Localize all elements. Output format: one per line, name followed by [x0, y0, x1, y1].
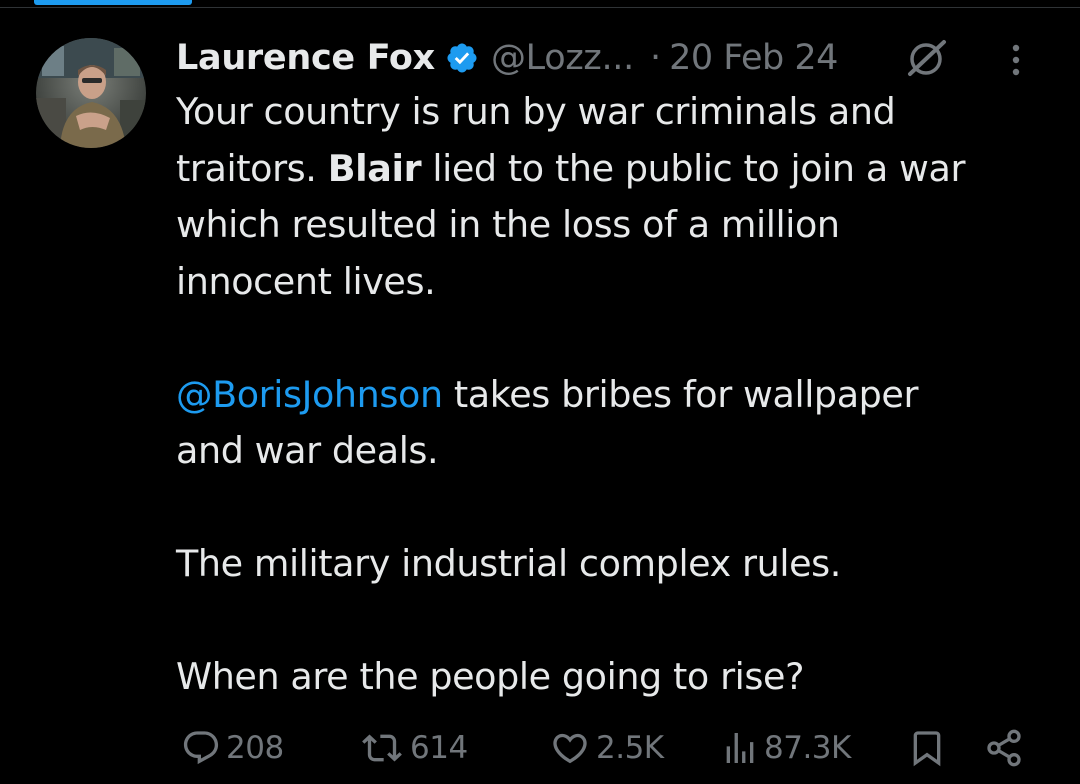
text-line: and war deals.	[176, 429, 439, 472]
text-line: takes bribes for wallpaper	[442, 372, 919, 416]
active-tab-indicator	[34, 0, 192, 5]
reply-button[interactable]: 208	[178, 724, 284, 772]
text-line: Your country is run by war criminals and	[176, 90, 896, 133]
tweet-paragraph: When are the people going to rise?	[176, 649, 1056, 706]
text-line: which resulted in the loss of a million	[176, 203, 840, 246]
bold-term: Blair	[327, 146, 422, 190]
avatar[interactable]	[36, 38, 146, 148]
text-line: lied to the public to join a war	[421, 146, 966, 190]
like-icon	[553, 733, 587, 764]
author-name[interactable]: Laurence Fox	[176, 38, 435, 78]
more-icon[interactable]	[1010, 42, 1022, 78]
reply-count: 208	[226, 730, 284, 766]
share-button[interactable]	[982, 724, 1026, 772]
text-line: When are the people going to rise?	[176, 655, 805, 698]
text-line: The military industrial complex rules.	[176, 542, 841, 585]
share-icon	[987, 729, 1021, 767]
like-button[interactable]: 2.5K	[546, 724, 664, 772]
tweet-paragraph: The military industrial complex rules.	[176, 536, 1056, 593]
text-line: traitors.	[176, 146, 328, 190]
tweet-paragraph: @BorisJohnson takes bribes for wallpaper…	[176, 367, 1056, 480]
action-bar: 208 614 2.5K 87.3K	[0, 724, 1080, 772]
views-button[interactable]: 87.3K	[718, 724, 851, 772]
bookmark-icon	[913, 731, 941, 767]
repost-icon	[362, 734, 402, 762]
tweet-header: Laurence Fox @Lozz... · 20 Feb 24	[176, 32, 1056, 84]
reply-icon	[183, 731, 219, 765]
tweet-text: Your country is run by war criminals and…	[176, 84, 1056, 706]
separator-dot: ·	[649, 38, 662, 78]
top-divider	[0, 7, 1080, 8]
like-count: 2.5K	[596, 730, 664, 766]
tweet-date[interactable]: 20 Feb 24	[669, 38, 838, 78]
repost-button[interactable]: 614	[356, 724, 468, 772]
mention-link[interactable]: @BorisJohnson	[176, 373, 443, 416]
text-line: innocent lives.	[176, 259, 436, 303]
verified-badge-icon	[447, 43, 477, 73]
views-icon	[726, 733, 754, 763]
avatar-photo	[36, 38, 146, 148]
tweet-paragraph: Your country is run by war criminals and…	[176, 84, 1056, 310]
author-handle[interactable]: @Lozz...	[491, 38, 634, 78]
bookmark-button[interactable]	[906, 724, 948, 772]
grok-icon[interactable]	[904, 38, 950, 78]
views-count: 87.3K	[764, 730, 851, 766]
repost-count: 614	[410, 730, 468, 766]
